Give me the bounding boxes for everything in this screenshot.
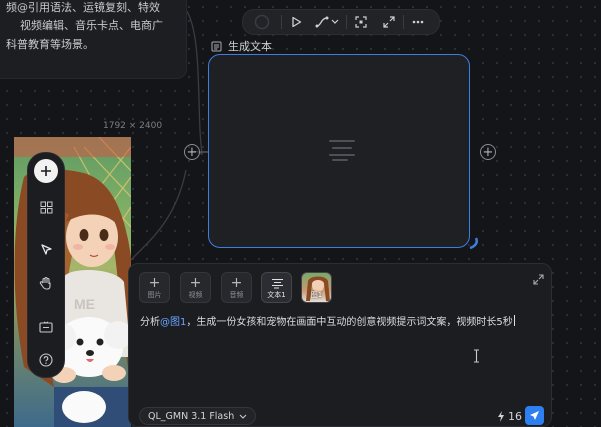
description-line: 频@引用语法、运镜复刻、特效 (6, 1, 160, 14)
description-line: 视频编辑、音乐卡点、电商广 (20, 19, 163, 32)
record-icon[interactable] (243, 10, 281, 34)
node-title: 生成文本 (228, 40, 272, 53)
add-icon[interactable] (34, 159, 58, 183)
prompt-text-before: 分析 (140, 317, 160, 328)
more-icon[interactable] (404, 10, 432, 34)
play-icon[interactable] (282, 10, 310, 34)
hand-icon[interactable] (34, 271, 58, 295)
text-doc-icon (211, 41, 222, 51)
text-generation-node[interactable] (208, 54, 470, 248)
add-audio-button[interactable]: + 音频 (221, 272, 252, 303)
add-video-button[interactable]: + 视频 (180, 272, 211, 303)
plus-icon: + (230, 275, 243, 291)
credits-cost: 16 (497, 410, 522, 423)
prompt-input[interactable]: 分析@图1，生成一份女孩和宠物在画面中互动的创意视频提示词文案，视频时长5秒 (140, 313, 515, 328)
prompt-panel: + 图片 + 视频 + 音频 文本1 图1 分析@图1，生成一份女孩和宠物在画面… (128, 263, 552, 427)
plus-icon: + (189, 275, 202, 291)
fit-view-icon[interactable] (347, 10, 375, 34)
add-output-handle[interactable]: + (480, 144, 496, 160)
plus-icon: + (148, 275, 161, 291)
chevron-down-icon (239, 414, 247, 419)
node-title-row: 生成文本 (211, 38, 272, 54)
description-card: 频@引用语法、运镜复刻、特效 视频编辑、音乐卡点、电商广 科普教育等场景。 (0, 0, 187, 79)
reference-text1-label: 文本1 (267, 291, 286, 299)
expand-icon[interactable] (533, 274, 544, 285)
credits-value: 16 (508, 410, 522, 423)
add-input-handle[interactable]: + (184, 144, 200, 160)
reference-text1[interactable]: 文本1 (261, 272, 292, 303)
grid-icon[interactable] (34, 195, 58, 219)
connector-icon[interactable] (310, 10, 346, 34)
add-image-label: 图片 (147, 291, 162, 299)
add-image-button[interactable]: + 图片 (139, 272, 170, 303)
add-audio-label: 音频 (229, 291, 244, 299)
pointer-icon[interactable] (34, 237, 58, 261)
model-select-label: QL_GMN 3.1 Flash (148, 410, 235, 422)
node-toolbar (242, 9, 440, 35)
text-placeholder-icon (329, 140, 355, 161)
send-button[interactable] (525, 406, 544, 425)
shirt-print: ME (74, 296, 95, 312)
send-icon (530, 411, 539, 420)
screen-icon[interactable] (34, 315, 58, 339)
fullscreen-icon[interactable] (375, 10, 403, 34)
reference-image1-label: 图1 (310, 291, 323, 299)
prompt-text-after: ，生成一份女孩和宠物在画面中互动的创意视频提示词文案，视频时长5秒 (186, 317, 513, 328)
image-mention[interactable]: @图1 (160, 317, 186, 328)
side-toolbar (27, 152, 65, 378)
text-lines-icon (272, 278, 283, 289)
help-icon[interactable] (34, 348, 58, 372)
mouse-cursor-icon (474, 349, 479, 363)
reference-image1[interactable]: 图1 (301, 272, 332, 303)
description-line: 科普教育等场景。 (6, 38, 94, 51)
text-caret (513, 315, 515, 326)
image-dimensions: 1792 × 2400 (103, 121, 163, 131)
lightning-icon (498, 411, 504, 422)
add-video-label: 视频 (188, 291, 203, 299)
model-select[interactable]: QL_GMN 3.1 Flash (139, 407, 257, 425)
